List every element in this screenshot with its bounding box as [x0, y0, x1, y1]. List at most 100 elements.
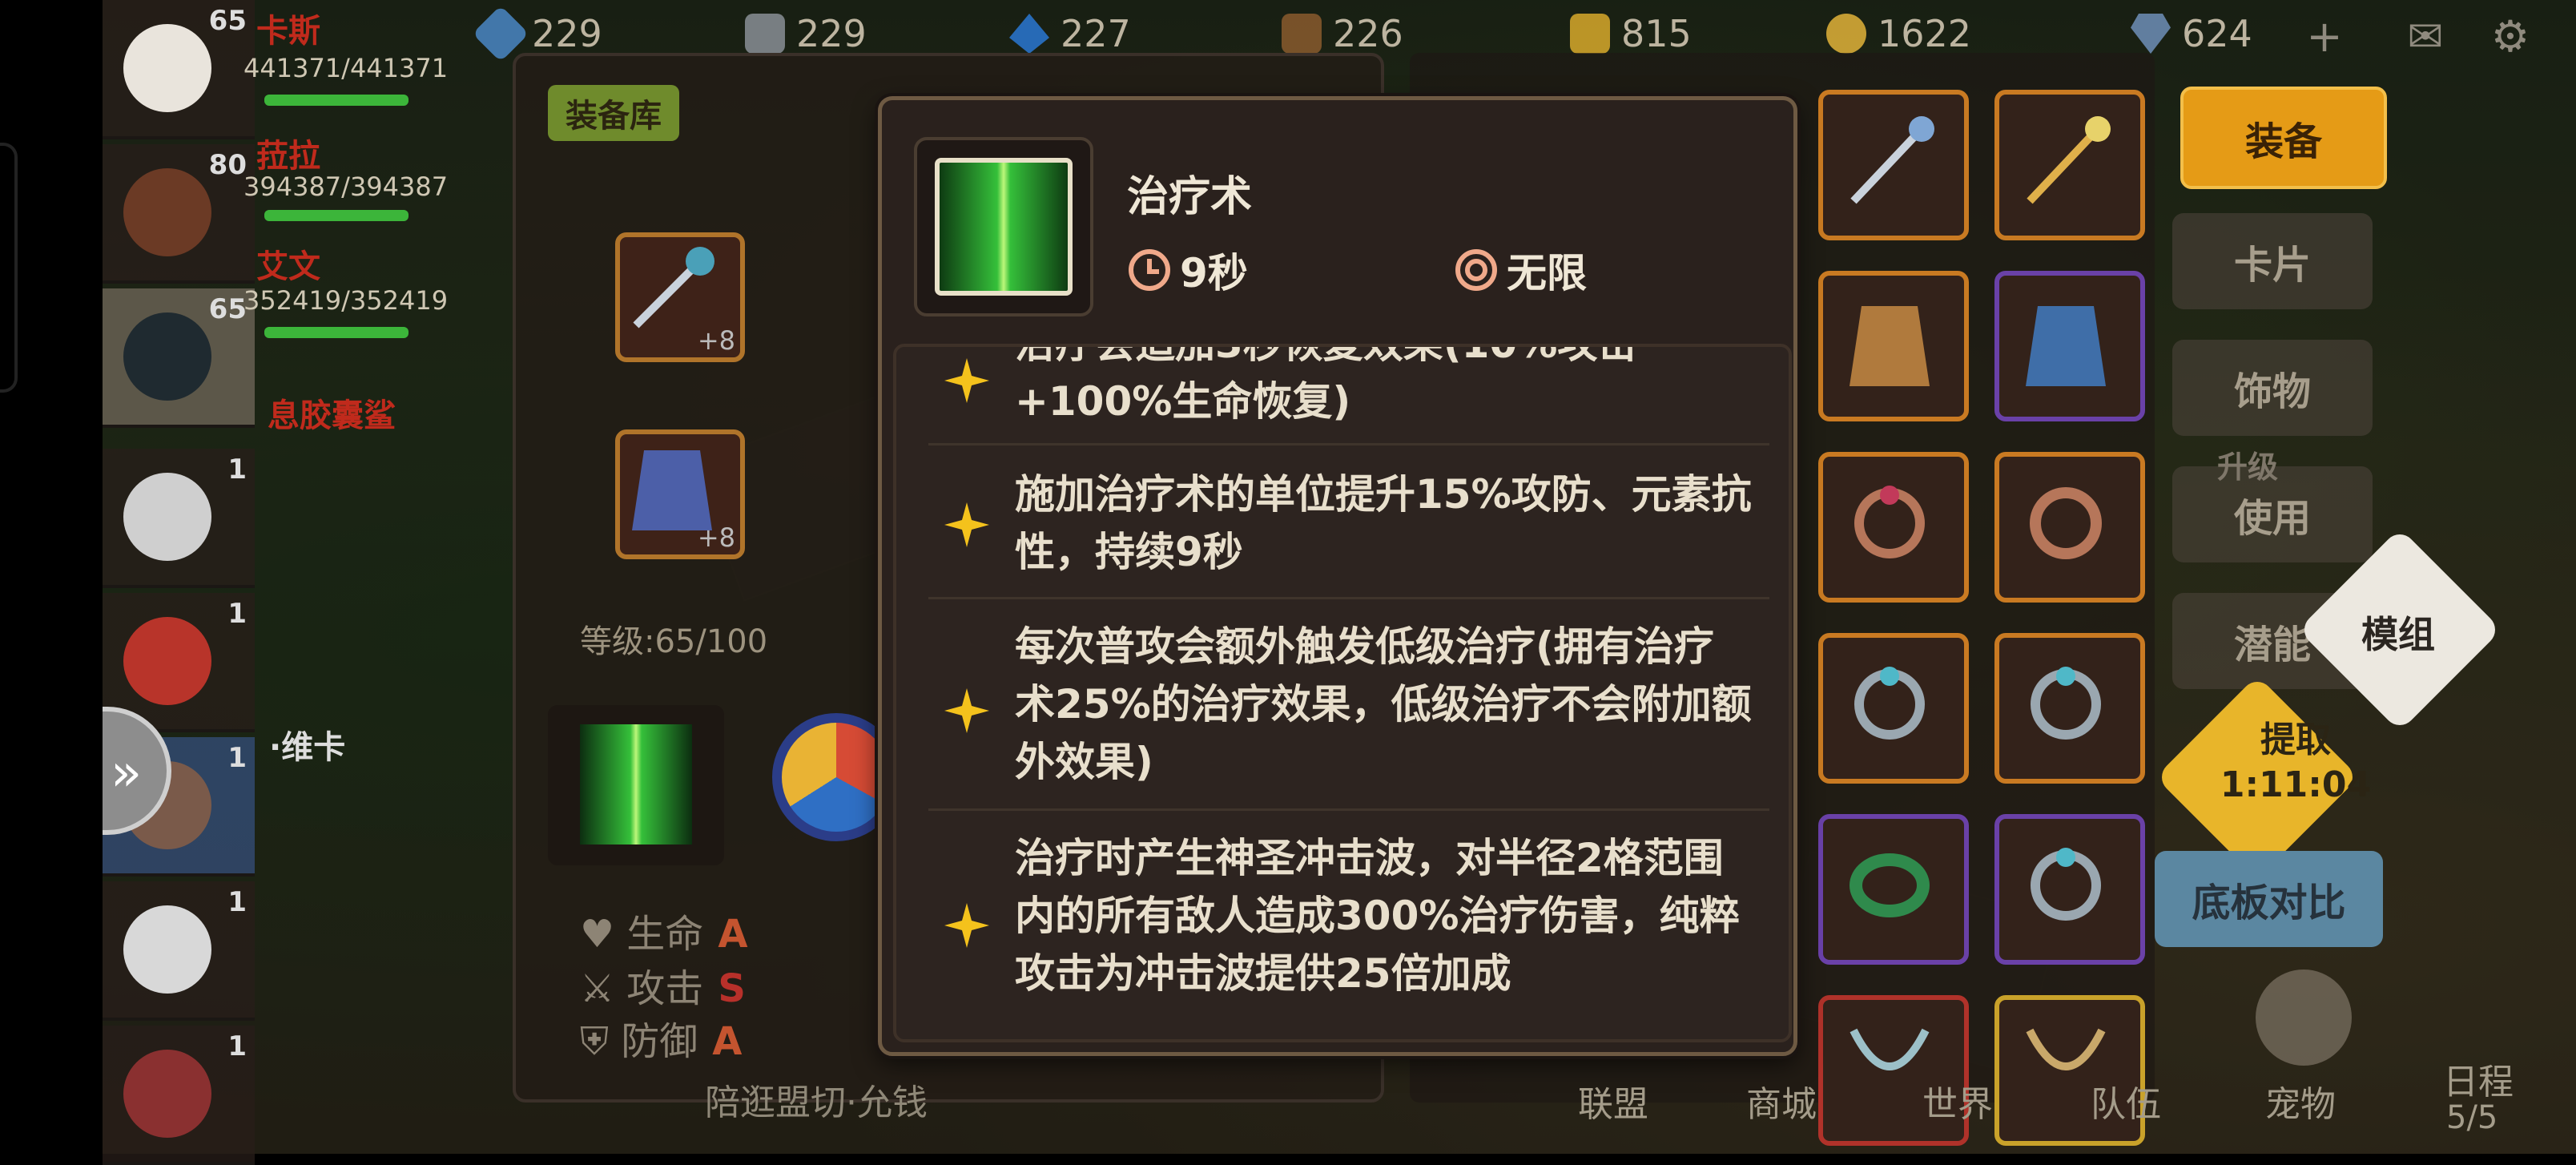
- inventory-item[interactable]: [1994, 452, 2145, 603]
- enhance-level: +8: [697, 325, 735, 356]
- party-member-slot[interactable]: 65: [103, 0, 255, 139]
- avatar: [123, 312, 211, 401]
- resource-value: 1622: [1878, 12, 1972, 55]
- inventory-item[interactable]: [1994, 814, 2145, 965]
- schedule-count: 5/5: [2446, 1099, 2498, 1136]
- extract-label: 提取: [2260, 720, 2331, 760]
- accessory-button[interactable]: 饰物: [2172, 340, 2373, 436]
- diamond-icon: [2131, 14, 2171, 54]
- inventory-item[interactable]: [1994, 271, 2145, 421]
- weapon-slot[interactable]: +8: [615, 232, 745, 362]
- resource-ore: 229: [745, 8, 867, 59]
- stat-label: 防御: [621, 1019, 698, 1064]
- nav-alliance[interactable]: 联盟: [1578, 1075, 1648, 1127]
- extract-button[interactable]: 提取 1:11:04: [2216, 718, 2376, 808]
- equipment-library-tab[interactable]: 装备库: [548, 85, 679, 141]
- skill-effects-list[interactable]: 治疗会追加3秒恢复效果(10%攻击+100%生命恢复) 施加治疗术的单位提升15…: [893, 344, 1792, 1042]
- inventory-item[interactable]: [1994, 90, 2145, 240]
- npc-name-label: ·维卡: [269, 729, 346, 766]
- coat-icon: [1849, 306, 1930, 386]
- nav-world[interactable]: 世界: [1922, 1075, 1993, 1127]
- cooldown-info: 9秒: [1127, 241, 1248, 299]
- resource-value: 624: [2182, 12, 2252, 55]
- resource-wheat: 815: [1570, 8, 1692, 59]
- card-button[interactable]: 卡片: [2172, 213, 2373, 309]
- inventory-item[interactable]: [1818, 90, 1969, 240]
- jade-ring-icon: [1849, 853, 1930, 917]
- member-level: 65: [208, 293, 247, 325]
- effect-text: 治疗会追加3秒恢复效果(10%攻击+100%生命恢复): [1015, 344, 1638, 425]
- upgrade-use-button[interactable]: 升级 使用: [2172, 449, 2373, 562]
- gold-coin-icon: [1826, 14, 1866, 54]
- inventory-item[interactable]: [1994, 633, 2145, 784]
- avatar: [123, 24, 211, 112]
- staff-icon: [1850, 116, 1934, 204]
- add-currency-icon[interactable]: +: [2300, 13, 2349, 61]
- stat-label: 攻击: [626, 966, 704, 1011]
- resource-gem: 229: [472, 5, 602, 62]
- party-list: 65 80 65 1 1 1 1 1: [103, 0, 255, 1165]
- pet-name-label: 息胶囊鲨: [268, 397, 396, 434]
- skill-tooltip: 治疗术 9秒 无限 治疗会追加3秒恢复效果(10%攻击+100%生命恢复) 施加…: [878, 96, 1797, 1056]
- resource-value: 815: [1621, 12, 1692, 55]
- party-member-slot[interactable]: 1: [103, 449, 255, 588]
- clock-icon: [1129, 249, 1170, 291]
- stat-label: 生命: [626, 912, 704, 957]
- armor-slot[interactable]: +8: [615, 429, 745, 559]
- golden-staff-icon: [2027, 116, 2111, 204]
- effect-text: 施加治疗术的单位提升15%攻防、元素抗性，持续9秒: [1015, 471, 1752, 575]
- member-name: 菈拉: [256, 138, 320, 175]
- chevron-right-icon: »: [111, 744, 143, 803]
- member-level: 1: [227, 1030, 247, 1062]
- range-info: 无限: [1454, 241, 1587, 299]
- wheat-icon: [1570, 14, 1610, 54]
- nav-pet[interactable]: 宠物: [2265, 1075, 2336, 1127]
- member-level: 1: [227, 742, 247, 774]
- healing-skill-icon: [580, 724, 692, 845]
- ring-icon: [2031, 848, 2101, 921]
- party-member-slot[interactable]: 1: [103, 1026, 255, 1165]
- resource-value: 229: [796, 12, 867, 55]
- compare-button[interactable]: 底板对比: [2155, 851, 2383, 947]
- heart-icon: ♥: [580, 912, 627, 957]
- module-button[interactable]: 模组: [2361, 606, 2435, 659]
- upgrade-label: 升级: [2217, 449, 2279, 485]
- avatar: [123, 905, 211, 994]
- equip-button[interactable]: 装备: [2180, 87, 2387, 189]
- sparkle-star-icon: [944, 502, 989, 547]
- party-member-slot[interactable]: 65: [103, 288, 255, 428]
- effect-text: 治疗时产生神圣冲击波，对半径2格范围内的所有敌人造成300%治疗伤害，纯粹攻击为…: [1015, 835, 1740, 997]
- sparkle-star-icon: [944, 688, 989, 733]
- hp-bar: [264, 95, 409, 106]
- member-level: 65: [208, 5, 247, 37]
- member-level: 1: [227, 454, 247, 486]
- party-member-slot[interactable]: 80: [103, 144, 255, 284]
- inventory-item[interactable]: [1818, 271, 1969, 421]
- inventory-item[interactable]: [1818, 452, 1969, 603]
- ring-icon: [1854, 667, 1925, 740]
- cooldown-value: 9秒: [1180, 250, 1248, 296]
- avatar: [123, 473, 211, 561]
- inventory-item[interactable]: [1818, 633, 1969, 784]
- resource-crystal: 227: [1009, 8, 1131, 59]
- resource-diamond: 624: [2131, 8, 2252, 59]
- resource-value: 229: [532, 12, 602, 55]
- stat-grade: A: [718, 912, 748, 957]
- settings-gear-icon[interactable]: ⚙: [2486, 13, 2534, 61]
- party-member-slot[interactable]: 1: [103, 881, 255, 1021]
- mail-icon[interactable]: ✉: [2401, 13, 2449, 61]
- skill-slot[interactable]: [548, 705, 724, 865]
- nav-schedule[interactable]: 日程: [2443, 1053, 2514, 1104]
- avatar: [123, 168, 211, 256]
- side-handle[interactable]: [0, 143, 18, 393]
- healing-skill-icon: [935, 158, 1073, 296]
- sparkle-star-icon: [944, 903, 989, 948]
- nav-team[interactable]: 队伍: [2091, 1075, 2161, 1127]
- nav-shop[interactable]: 商城: [1746, 1075, 1817, 1127]
- robe-icon: [2026, 306, 2106, 386]
- blue-crystal-icon: [1009, 14, 1049, 54]
- chat-ticker-text[interactable]: 陪逛盟切·允钱: [705, 1074, 928, 1125]
- effect-text: 每次普攻会额外触发低级治疗(拥有治疗术25%的治疗效果，低级治疗不会附加额外效果…: [1015, 623, 1752, 785]
- divider: [928, 443, 1769, 445]
- inventory-item[interactable]: [1818, 814, 1969, 965]
